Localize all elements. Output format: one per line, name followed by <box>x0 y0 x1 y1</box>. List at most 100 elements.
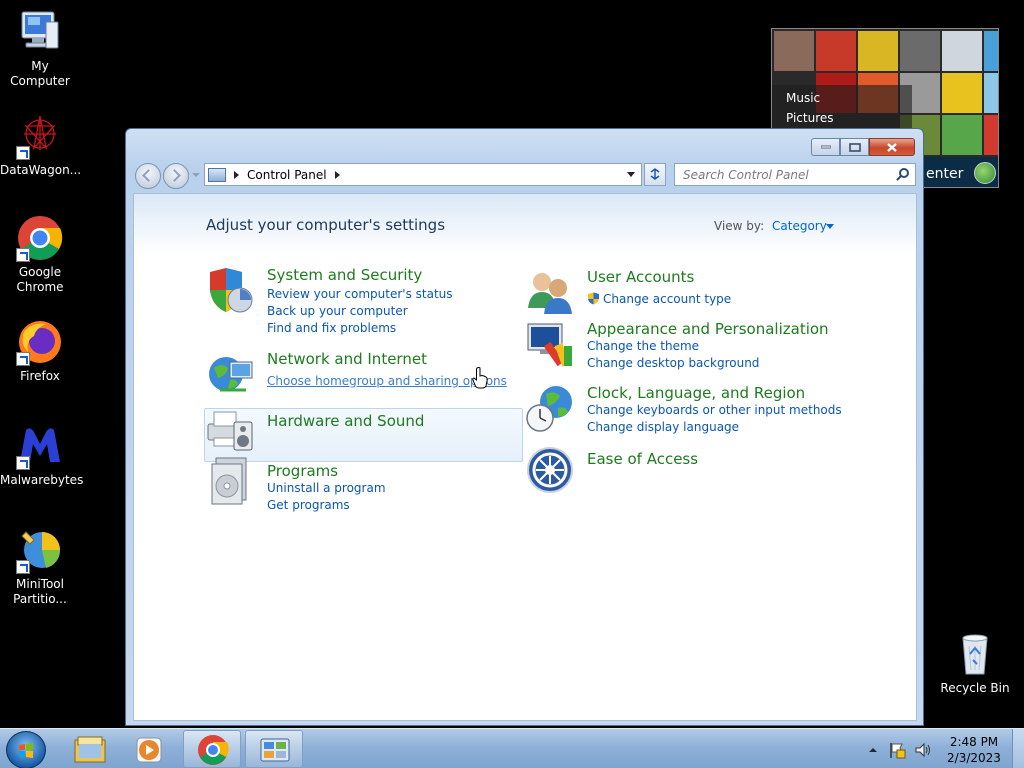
link-back-up[interactable]: Back up your computer <box>267 304 408 318</box>
link-change-keyboards[interactable]: Change keyboards or other input methods <box>587 403 842 417</box>
category-title[interactable]: User Accounts <box>587 268 694 286</box>
shortcut-arrow-icon <box>16 456 30 470</box>
category-title[interactable]: System and Security <box>267 266 422 284</box>
desktop-icon-malwarebytes[interactable]: Malwarebytes <box>0 422 84 488</box>
maximize-button[interactable] <box>840 138 869 156</box>
search-box[interactable] <box>674 163 916 186</box>
link-uninstall[interactable]: Uninstall a program <box>267 481 386 495</box>
search-icon[interactable] <box>899 168 909 178</box>
gadget-tile <box>942 31 982 71</box>
page-title: Adjust your computer's settings <box>206 216 446 234</box>
action-center-flag-icon[interactable] <box>888 741 906 759</box>
desktop-icon-label: Google Chrome <box>16 265 64 294</box>
taskbar-control-panel-button[interactable] <box>245 730 303 768</box>
taskbar: 2:48 PM 2/3/2023 <box>0 728 1024 768</box>
category-clock-language: Clock, Language, and Region Change keybo… <box>526 384 846 434</box>
gadget-menu-music[interactable]: Music <box>772 85 912 108</box>
breadcrumb-control-panel[interactable]: Control Panel <box>247 168 327 182</box>
category-title[interactable]: Ease of Access <box>587 450 698 468</box>
gadget-tile <box>984 115 998 155</box>
close-button[interactable] <box>869 138 915 156</box>
security-shield-icon <box>206 266 256 316</box>
gadget-tile <box>816 31 856 71</box>
malwarebytes-icon <box>16 422 64 470</box>
category-title[interactable]: Clock, Language, and Region <box>587 384 805 402</box>
minimize-button[interactable] <box>811 138 840 156</box>
desktop-icon-label: Recycle Bin <box>940 681 1010 695</box>
explorer-icon <box>74 736 106 763</box>
datawagon-icon <box>16 112 64 160</box>
link-change-theme[interactable]: Change the theme <box>587 339 699 353</box>
volume-icon[interactable] <box>914 741 932 759</box>
desktop-icon-chrome[interactable]: Google Chrome <box>0 214 80 295</box>
hand-cursor-icon <box>472 367 488 389</box>
control-panel-icon <box>208 167 226 182</box>
breadcrumb-separator-icon[interactable] <box>234 170 239 179</box>
minitool-icon <box>16 526 64 574</box>
link-homegroup-sharing[interactable]: Choose homegroup and sharing options <box>267 374 507 388</box>
category-title[interactable]: Hardware and Sound <box>267 412 424 430</box>
address-bar[interactable]: Control Panel <box>204 163 642 186</box>
category-hardware-sound: Hardware and Sound <box>206 404 506 454</box>
desktop-icon-minitool[interactable]: MiniTool Partitio... <box>0 526 80 607</box>
category-title[interactable]: Network and Internet <box>267 350 427 368</box>
gadget-tile <box>900 31 940 71</box>
category-title[interactable]: Appearance and Personalization <box>587 320 829 338</box>
address-dropdown-icon[interactable] <box>627 172 635 177</box>
show-desktop-button[interactable] <box>1012 729 1024 768</box>
breadcrumb-separator-icon[interactable] <box>334 170 340 179</box>
network-globe-icon <box>206 350 256 400</box>
desktop-icon-firefox[interactable]: Firefox <box>0 318 80 384</box>
link-change-display-language[interactable]: Change display language <box>587 420 739 434</box>
taskbar-explorer-button[interactable] <box>60 730 118 768</box>
desktop-icon-label: Malwarebytes <box>0 473 84 487</box>
desktop-icon-recycle-bin[interactable]: Recycle Bin <box>935 630 1015 696</box>
chrome-icon <box>16 214 64 262</box>
gadget-tile <box>858 31 898 71</box>
shortcut-arrow-icon <box>16 560 30 574</box>
view-by-dropdown[interactable]: Category <box>772 219 827 233</box>
gadget-tile <box>984 31 998 71</box>
refresh-button[interactable] <box>644 163 666 186</box>
link-change-account-type[interactable]: Change account type <box>603 292 731 306</box>
desktop-icon-label: My Computer <box>10 59 70 88</box>
link-get-programs[interactable]: Get programs <box>267 498 350 512</box>
desktop-icon-label: Firefox <box>20 369 60 383</box>
link-find-fix[interactable]: Find and fix problems <box>267 321 396 335</box>
shortcut-arrow-icon <box>16 352 30 366</box>
desktop-icon-datawagon[interactable]: DataWagon... <box>0 112 82 178</box>
gadget-menu-pictures[interactable]: Pictures <box>772 108 912 128</box>
chrome-icon <box>198 735 229 765</box>
taskbar-media-player-button[interactable] <box>120 730 178 768</box>
gadget-footer-label: enter <box>926 166 964 182</box>
show-hidden-icons-icon[interactable] <box>868 745 878 755</box>
desktop-icon-label: MiniTool Partitio... <box>13 577 67 606</box>
gadget-footer[interactable]: enter <box>922 157 998 187</box>
media-player-icon <box>136 737 162 763</box>
caption-buttons <box>811 138 915 156</box>
link-change-background[interactable]: Change desktop background <box>587 356 759 370</box>
control-panel-icon <box>260 738 290 762</box>
category-user-accounts: User Accounts Change account type <box>526 268 826 318</box>
forward-button[interactable] <box>163 163 189 189</box>
desktop-icon-label: DataWagon... <box>0 163 82 177</box>
taskbar-clock[interactable]: 2:48 PM 2/3/2023 <box>944 734 1004 766</box>
shortcut-arrow-icon <box>16 146 30 160</box>
view-by-label: View by: <box>714 219 765 233</box>
chevron-down-icon[interactable] <box>826 224 834 229</box>
recent-pages-dropdown[interactable] <box>192 173 200 177</box>
programs-icon <box>206 456 256 506</box>
uac-shield-icon <box>588 292 599 305</box>
start-button[interactable] <box>6 731 46 768</box>
category-title[interactable]: Programs <box>267 462 338 480</box>
content-pane: Adjust your computer's settings View by:… <box>133 193 917 721</box>
search-input[interactable] <box>675 164 885 185</box>
back-button[interactable] <box>135 163 161 189</box>
computer-icon <box>16 8 64 56</box>
desktop-icon-my-computer[interactable]: My Computer <box>0 8 80 89</box>
windows-orb-icon <box>974 162 996 184</box>
taskbar-chrome-button[interactable] <box>183 730 241 768</box>
link-review-status[interactable]: Review your computer's status <box>267 287 453 301</box>
category-programs: Programs Uninstall a program Get program… <box>206 456 506 516</box>
clock-date: 2/3/2023 <box>947 751 1001 765</box>
